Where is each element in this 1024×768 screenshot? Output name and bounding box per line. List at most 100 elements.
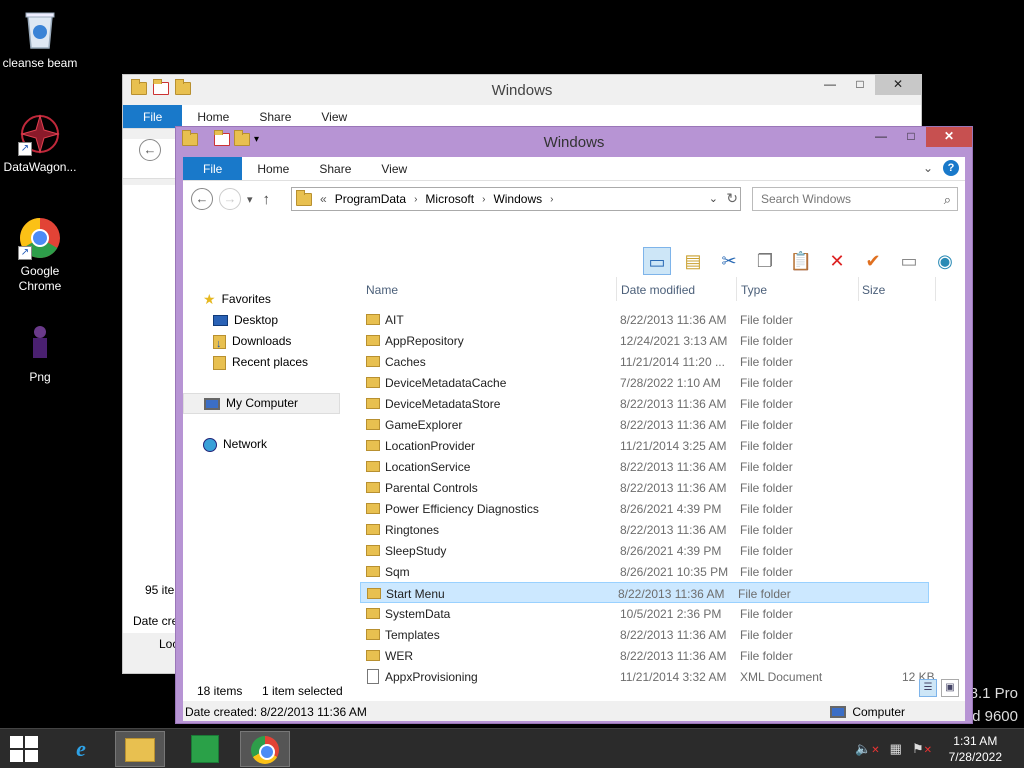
tab-share[interactable]: Share	[304, 157, 366, 180]
clock[interactable]: 1:31 AM 7/28/2022	[949, 733, 1002, 765]
table-row[interactable]: LocationService 8/22/2013 11:36 AM File fo…	[363, 456, 965, 477]
table-row[interactable]: Parental Controls 8/22/2013 11:36 AM File …	[363, 477, 965, 498]
desktop-icon-recycle-bin[interactable]: cleanse beam	[0, 8, 80, 71]
address-dropdown-icon[interactable]: ⌄	[709, 192, 718, 205]
table-row[interactable]: GameExplorer 8/22/2013 11:36 AM File folde…	[363, 414, 965, 435]
table-row[interactable]: DeviceMetadataStore 8/22/2013 11:36 AM Fil…	[363, 393, 965, 414]
help-icon[interactable]: ?	[943, 160, 959, 176]
column-headers: Name Date modified Type Size	[363, 277, 965, 301]
details-pane-icon[interactable]: ▭	[643, 247, 671, 275]
column-header-type[interactable]: Type	[741, 283, 767, 297]
delete-icon[interactable]: ✕	[823, 247, 851, 275]
back-button[interactable]: ←	[191, 188, 213, 210]
breadcrumb-microsoft[interactable]: Microsoft	[425, 192, 474, 206]
table-row[interactable]: DeviceMetadataCache 7/28/2022 1:10 AM File…	[363, 372, 965, 393]
folder-icon	[296, 189, 312, 206]
folder-icon	[366, 377, 380, 388]
breadcrumb-programdata[interactable]: ProgramData	[335, 192, 406, 206]
column-header-date[interactable]: Date modified	[621, 283, 695, 297]
file-name: WER	[385, 649, 413, 663]
table-row[interactable]: Power Efficiency Diagnostics 8/26/2021 4:…	[363, 498, 965, 519]
network-status-icon[interactable]: ▦	[890, 741, 902, 757]
tab-home[interactable]: Home	[182, 105, 244, 128]
paste-icon[interactable]: 📋	[787, 247, 815, 275]
rename-icon[interactable]: ▭	[895, 247, 923, 275]
cut-icon[interactable]: ✂	[715, 247, 743, 275]
minimize-button[interactable]: —	[866, 127, 896, 147]
maximize-button[interactable]: □	[845, 75, 875, 95]
table-row[interactable]: WER 8/22/2013 11:36 AM File folder	[363, 645, 965, 666]
tab-file[interactable]: File	[183, 157, 243, 180]
column-header-name[interactable]: Name	[366, 283, 398, 297]
tab-home[interactable]: Home	[242, 157, 304, 180]
shortcut-arrow-icon: ↗	[18, 142, 32, 156]
desktop-icon-datawagon[interactable]: ↗ DataWagon...	[0, 112, 80, 175]
breadcrumb-windows[interactable]: Windows	[493, 192, 542, 206]
action-center-icon[interactable]: ⚑✕	[912, 741, 932, 757]
nav-desktop[interactable]: Desktop	[183, 310, 343, 331]
details-view-icon[interactable]: ☰	[919, 679, 937, 697]
globe-icon[interactable]: ◉	[931, 247, 959, 275]
volume-muted-icon[interactable]: 🔈✕	[855, 741, 880, 757]
start-button[interactable]	[10, 736, 38, 762]
close-button[interactable]: ✕	[926, 127, 972, 147]
file-type: File folder	[740, 502, 793, 516]
taskbar-internet-explorer[interactable]: e	[56, 731, 106, 767]
up-button[interactable]: ↑	[263, 191, 271, 208]
tab-view[interactable]: View	[366, 157, 422, 180]
maximize-button[interactable]: □	[896, 127, 926, 147]
nav-label: My Computer	[226, 396, 299, 410]
table-row[interactable]: LocationProvider 11/21/2014 3:25 AM File f…	[363, 435, 965, 456]
ribbon-tabs: File Home Share View ⌄ ?	[183, 157, 965, 181]
table-row[interactable]: Start Menu 8/22/2013 11:36 AM File folder	[360, 582, 929, 603]
taskbar-store[interactable]	[180, 731, 230, 767]
file-type: File folder	[740, 418, 793, 432]
chevron-right-icon[interactable]: ›	[482, 194, 485, 205]
refresh-icon[interactable]: ↻	[726, 190, 738, 207]
search-input[interactable]: Search Windows ⌕	[752, 187, 958, 211]
address-overflow[interactable]: «	[320, 192, 327, 206]
recent-locations-icon[interactable]: ▾	[247, 193, 253, 206]
chevron-right-icon[interactable]: ›	[414, 194, 417, 205]
taskbar-chrome[interactable]	[240, 731, 290, 767]
explorer-window[interactable]: ▾ Windows — □ ✕ File Home Share View ⌄ ?…	[175, 126, 973, 724]
file-type: File folder	[740, 313, 793, 327]
check-icon[interactable]: ✔	[859, 247, 887, 275]
copy-icon[interactable]: ❐	[751, 247, 779, 275]
taskbar-file-explorer[interactable]	[115, 731, 165, 767]
search-icon[interactable]: ⌕	[944, 189, 951, 211]
tab-view[interactable]: View	[306, 105, 362, 128]
close-button[interactable]: ✕	[875, 75, 921, 95]
file-date-modified: 11/21/2014 3:25 AM	[620, 439, 727, 453]
table-row[interactable]: Caches 11/21/2014 11:20 ... File folder	[363, 351, 965, 372]
table-row[interactable]: Sqm 8/26/2021 10:35 PM File folder	[363, 561, 965, 582]
nav-favorites[interactable]: ★ Favorites	[183, 289, 343, 310]
table-row[interactable]: SleepStudy 8/26/2021 4:39 PM File folder	[363, 540, 965, 561]
navigation-pane	[123, 185, 178, 633]
expand-ribbon-icon[interactable]: ⌄	[923, 161, 933, 175]
nav-downloads[interactable]: Downloads	[183, 331, 343, 355]
table-row[interactable]: AppRepository 12/24/2021 3:13 AM File fold…	[363, 330, 965, 351]
column-header-size[interactable]: Size	[862, 283, 885, 297]
address-bar[interactable]: « ProgramData › Microsoft › Windows › ⌄ …	[291, 187, 741, 211]
table-row[interactable]: SystemData 10/5/2021 2:36 PM File folder	[363, 603, 965, 624]
tab-share[interactable]: Share	[244, 105, 306, 128]
title-bar[interactable]: ▾ Windows — □ ✕	[176, 127, 972, 157]
back-button[interactable]: ←	[139, 139, 161, 161]
desktop-icon-png[interactable]: Png	[0, 322, 80, 385]
table-row[interactable]: Ringtones 8/22/2013 11:36 AM File folder	[363, 519, 965, 540]
minimize-button[interactable]: —	[815, 75, 845, 95]
nav-recent-places[interactable]: Recent places	[183, 352, 343, 373]
table-row[interactable]: AIT 8/22/2013 11:36 AM File folder	[363, 309, 965, 330]
title-bar[interactable]: Windows — □ ✕	[123, 75, 921, 105]
tab-file[interactable]: File	[123, 105, 183, 128]
desktop-icon-chrome[interactable]: ↗ Google Chrome	[0, 216, 80, 294]
folder-options-icon[interactable]: ▤	[679, 247, 707, 275]
forward-button[interactable]: →	[219, 188, 241, 210]
nav-network[interactable]: Network	[183, 434, 343, 455]
nav-my-computer[interactable]: My Computer	[183, 393, 340, 414]
table-row[interactable]: Templates 8/22/2013 11:36 AM File folder	[363, 624, 965, 645]
chevron-right-icon[interactable]: ›	[550, 194, 553, 205]
large-icons-view-icon[interactable]: ▣	[941, 679, 959, 697]
downloads-icon	[213, 334, 226, 355]
